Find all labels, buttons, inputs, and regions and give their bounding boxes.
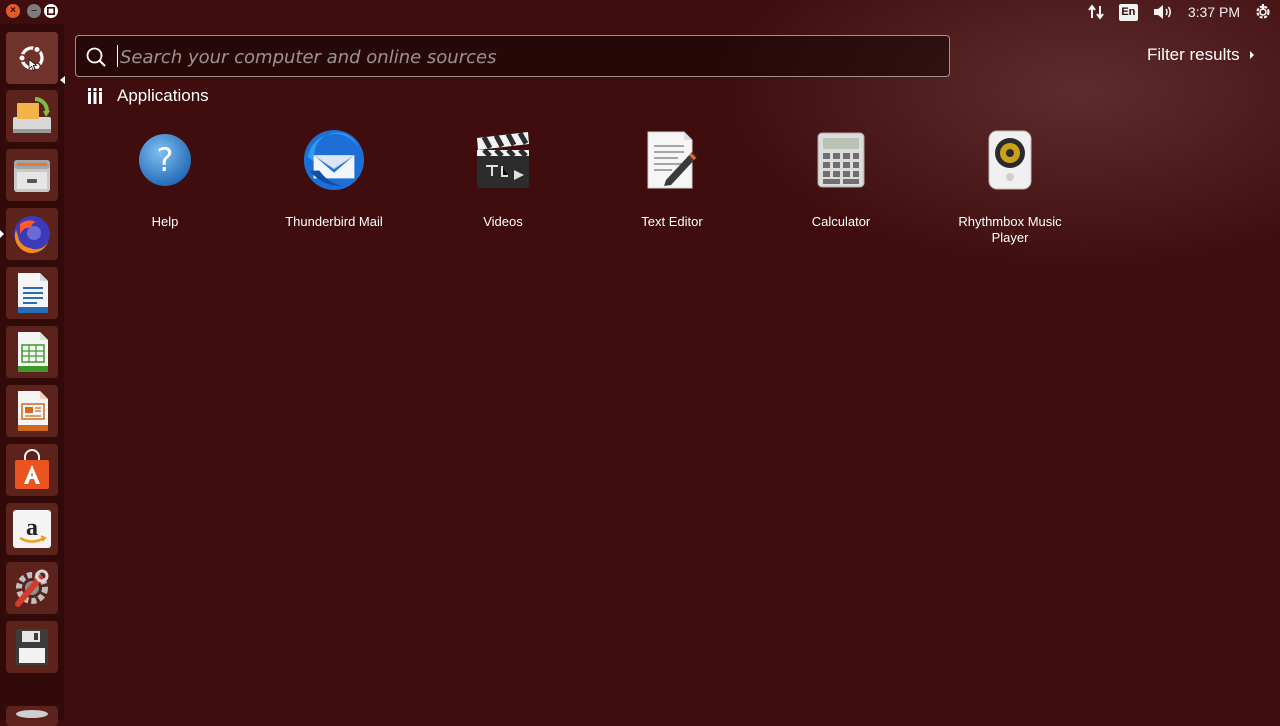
launcher-libreoffice-impress[interactable] [6,385,58,437]
shopping-bag-icon [15,449,49,489]
speaker-icon[interactable] [1152,3,1174,21]
top-panel: × – En 3:37 PM [0,0,1280,24]
launcher-amazon[interactable]: a [6,503,58,555]
launcher-dash-home[interactable] [6,32,58,84]
impress-presentation-icon [18,391,48,431]
app-label: Videos [483,214,523,229]
launcher-trash[interactable] [6,706,58,726]
app-tile-help[interactable]: ? Help [90,128,240,230]
rhythmbox-speaker-icon [988,130,1032,190]
app-tile-rhythmbox[interactable]: Rhythmbox Music Player [935,128,1085,246]
amazon-icon: a [13,510,51,548]
writer-document-icon [18,273,48,313]
svg-text:?: ? [157,141,174,179]
running-indicator [0,230,4,238]
thunderbird-icon [303,129,365,191]
launcher-save-drive[interactable] [6,621,58,673]
text-editor-icon [647,131,697,189]
app-tile-thunderbird[interactable]: Thunderbird Mail [259,128,409,230]
app-label: Text Editor [641,214,703,229]
launcher-system-settings[interactable] [6,562,58,614]
trash-icon [16,710,48,718]
filter-results-button[interactable]: Filter results [1147,45,1254,65]
dash-search-box[interactable] [75,35,950,78]
keyboard-layout-label: En [1118,3,1138,21]
search-input[interactable] [118,36,922,78]
launcher-firefox[interactable] [0,208,58,260]
app-label: Help [151,214,179,229]
calc-spreadsheet-icon [18,332,48,372]
applications-grid-icon [88,88,102,104]
keyboard-layout-indicator[interactable]: En [1118,3,1138,21]
firefox-icon [14,216,50,254]
launcher-libreoffice-writer[interactable] [6,267,58,319]
minimize-icon[interactable]: – [27,4,41,18]
category-header-applications[interactable]: Applications [87,86,209,106]
launcher-software-updater[interactable] [6,90,58,142]
app-tile-videos[interactable]: Videos [428,128,578,230]
app-tile-text-editor[interactable]: Text Editor [597,128,747,230]
calculator-icon [817,132,865,188]
file-cabinet-icon [14,160,50,192]
ubuntu-logo-icon [17,45,44,72]
maximize-icon[interactable] [44,4,58,18]
filter-results-label: Filter results [1147,45,1240,64]
launcher-libreoffice-calc[interactable] [6,326,58,378]
chevron-right-icon [1249,51,1254,59]
app-label: Rhythmbox Music Player [958,214,1062,245]
search-icon [86,47,106,67]
launcher: a [0,24,65,726]
background-glow [0,0,1280,720]
app-tile-calculator[interactable]: Calculator [766,128,916,230]
clock[interactable]: 3:37 PM [1188,4,1240,20]
launcher-arrow-indicator [60,76,65,84]
launcher-files[interactable] [6,149,58,201]
gear-power-icon[interactable] [1254,3,1272,21]
help-icon: ? [139,134,191,186]
launcher-ubuntu-software[interactable] [6,444,58,496]
network-updown-icon[interactable] [1087,3,1105,21]
software-updater-icon [13,97,51,133]
app-label: Thunderbird Mail [285,214,383,229]
floppy-icon [16,629,48,665]
category-title: Applications [117,86,209,105]
svg-text:a: a [26,515,38,541]
settings-wrench-icon [15,569,49,607]
close-icon[interactable]: × [6,4,20,18]
indicator-area: En 3:37 PM [1087,0,1280,24]
app-label: Calculator [811,214,871,229]
clapperboard-icon [477,131,529,188]
